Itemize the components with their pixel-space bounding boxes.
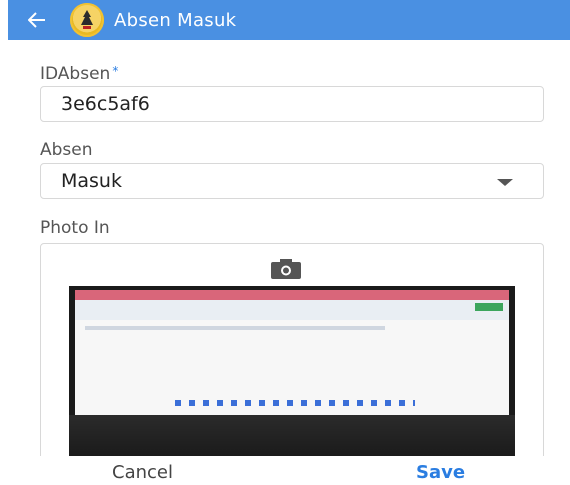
idabsen-value: 3e6c5af6 (61, 93, 150, 115)
photo-in-label: Photo In (40, 218, 110, 238)
photo-screen-taskbar (175, 400, 415, 406)
chevron-down-icon (497, 179, 513, 186)
camera-icon[interactable] (270, 258, 302, 280)
photo-screen-toolbar (75, 300, 509, 320)
absen-label: Absen (40, 140, 93, 160)
cancel-button[interactable]: Cancel (112, 462, 173, 483)
page-title: Absen Masuk (114, 9, 237, 31)
photo-screen (75, 290, 509, 415)
idabsen-field[interactable]: 3e6c5af6 (40, 86, 544, 122)
app-bar: Absen Masuk (8, 0, 570, 40)
bottom-action-bar: Cancel Save (0, 456, 570, 485)
required-mark: * (112, 64, 119, 78)
back-arrow-icon[interactable] (28, 11, 46, 29)
idabsen-label-text: IDAbsen (40, 64, 111, 84)
photo-screen-topbar (75, 290, 509, 300)
photo-screen-row (85, 326, 385, 330)
absen-select[interactable]: Masuk (40, 163, 544, 199)
save-button[interactable]: Save (416, 462, 465, 483)
photo-in-field[interactable] (40, 243, 544, 473)
absen-selected-value: Masuk (61, 170, 122, 192)
idabsen-label: IDAbsen * (40, 64, 118, 84)
logo-icon (70, 3, 104, 37)
photo-screen-button (475, 303, 503, 311)
photo-preview (69, 286, 515, 472)
